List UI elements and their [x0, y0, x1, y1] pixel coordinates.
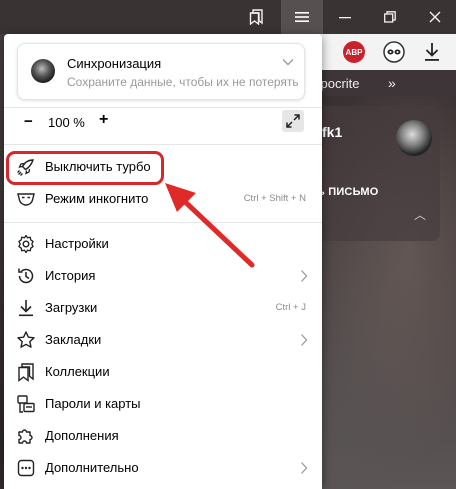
downloads-toolbar-button[interactable] [420, 40, 444, 64]
key-card-icon [17, 395, 35, 413]
chevron-up-icon[interactable]: ︿ [414, 206, 426, 223]
download-icon [19, 300, 33, 317]
divider [4, 144, 322, 145]
star-icon [17, 331, 35, 348]
fullscreen-icon [286, 114, 300, 128]
collections-button[interactable] [236, 0, 278, 34]
fullscreen-button[interactable] [282, 110, 304, 132]
menu-item-shortcut: Ctrl + J [275, 302, 306, 313]
chevron-right-icon [301, 270, 308, 282]
menu-item-passwords[interactable]: Пароли и карты [4, 389, 322, 419]
menu-button[interactable] [281, 0, 323, 34]
restore-button[interactable] [369, 0, 411, 34]
menu-item-label: Пароли и карты [45, 396, 141, 411]
close-icon [429, 11, 441, 23]
red-arrow-annotation [165, 183, 255, 268]
history-clock-icon [18, 268, 34, 284]
minimize-icon [339, 17, 351, 19]
chevron-right-icon [301, 462, 308, 474]
menu-item-label: Коллекции [45, 364, 110, 379]
more-dots-icon [17, 459, 35, 477]
menu-item-label: Настройки [45, 236, 109, 251]
extension-raccoon-button[interactable] [382, 40, 406, 64]
gear-icon [18, 234, 34, 254]
turbo-highlight-annotation [6, 151, 164, 185]
menu-item-label: Режим инкогнито [45, 191, 149, 206]
abp-icon: ABP [343, 41, 365, 63]
download-icon [425, 43, 439, 61]
raccoon-extension-icon [383, 41, 405, 63]
zoom-level: 100 % [48, 115, 85, 130]
menu-item-label: Загрузки [45, 300, 98, 315]
browser-toolbar: ABP [300, 34, 456, 70]
write-letter-link[interactable]: ь ПИСЬМО [318, 186, 379, 198]
close-window-button[interactable] [414, 0, 456, 34]
zoom-out-button[interactable]: − [24, 113, 33, 130]
mail-avatar[interactable] [396, 120, 432, 156]
menu-item-label: Дополнительно [45, 460, 139, 475]
sync-title: Синхронизация [67, 56, 162, 71]
menu-item-label: Дополнения [45, 428, 119, 443]
menu-item-extensions[interactable]: Дополнения [4, 421, 322, 451]
sync-subtitle: Сохраните данные, чтобы их не потерять [67, 75, 299, 89]
minimize-button[interactable] [324, 0, 366, 34]
puzzle-icon [18, 429, 33, 444]
bookmarks-bar: ypocrite » [300, 70, 456, 96]
menu-item-downloads[interactable]: Загрузки Ctrl + J [4, 293, 322, 323]
menu-item-more[interactable]: Дополнительно [4, 453, 322, 483]
sync-card[interactable]: Синхронизация Сохраните данные, чтобы их… [17, 43, 305, 100]
chevron-right-icon [301, 334, 308, 346]
zoom-in-button[interactable]: + [99, 111, 108, 129]
collections-icon [249, 9, 263, 25]
incognito-mask-icon [17, 193, 35, 206]
user-avatar [31, 59, 55, 83]
window-titlebar [0, 0, 456, 34]
hamburger-icon [295, 12, 309, 22]
chevron-down-icon[interactable] [282, 58, 294, 66]
menu-item-bookmarks[interactable]: Закладки [4, 325, 322, 355]
menu-item-label: Закладки [45, 332, 102, 347]
collections-bookmark-icon [18, 363, 34, 382]
zoom-controls: − 100 % + [4, 108, 322, 136]
restore-icon [384, 11, 396, 23]
menu-item-label: История [45, 268, 96, 283]
mail-username: fk1 [322, 124, 343, 140]
menu-item-collections[interactable]: Коллекции [4, 357, 322, 387]
bookmarks-more-button[interactable]: » [388, 75, 396, 91]
adblock-extension-button[interactable]: ABP [342, 40, 366, 64]
